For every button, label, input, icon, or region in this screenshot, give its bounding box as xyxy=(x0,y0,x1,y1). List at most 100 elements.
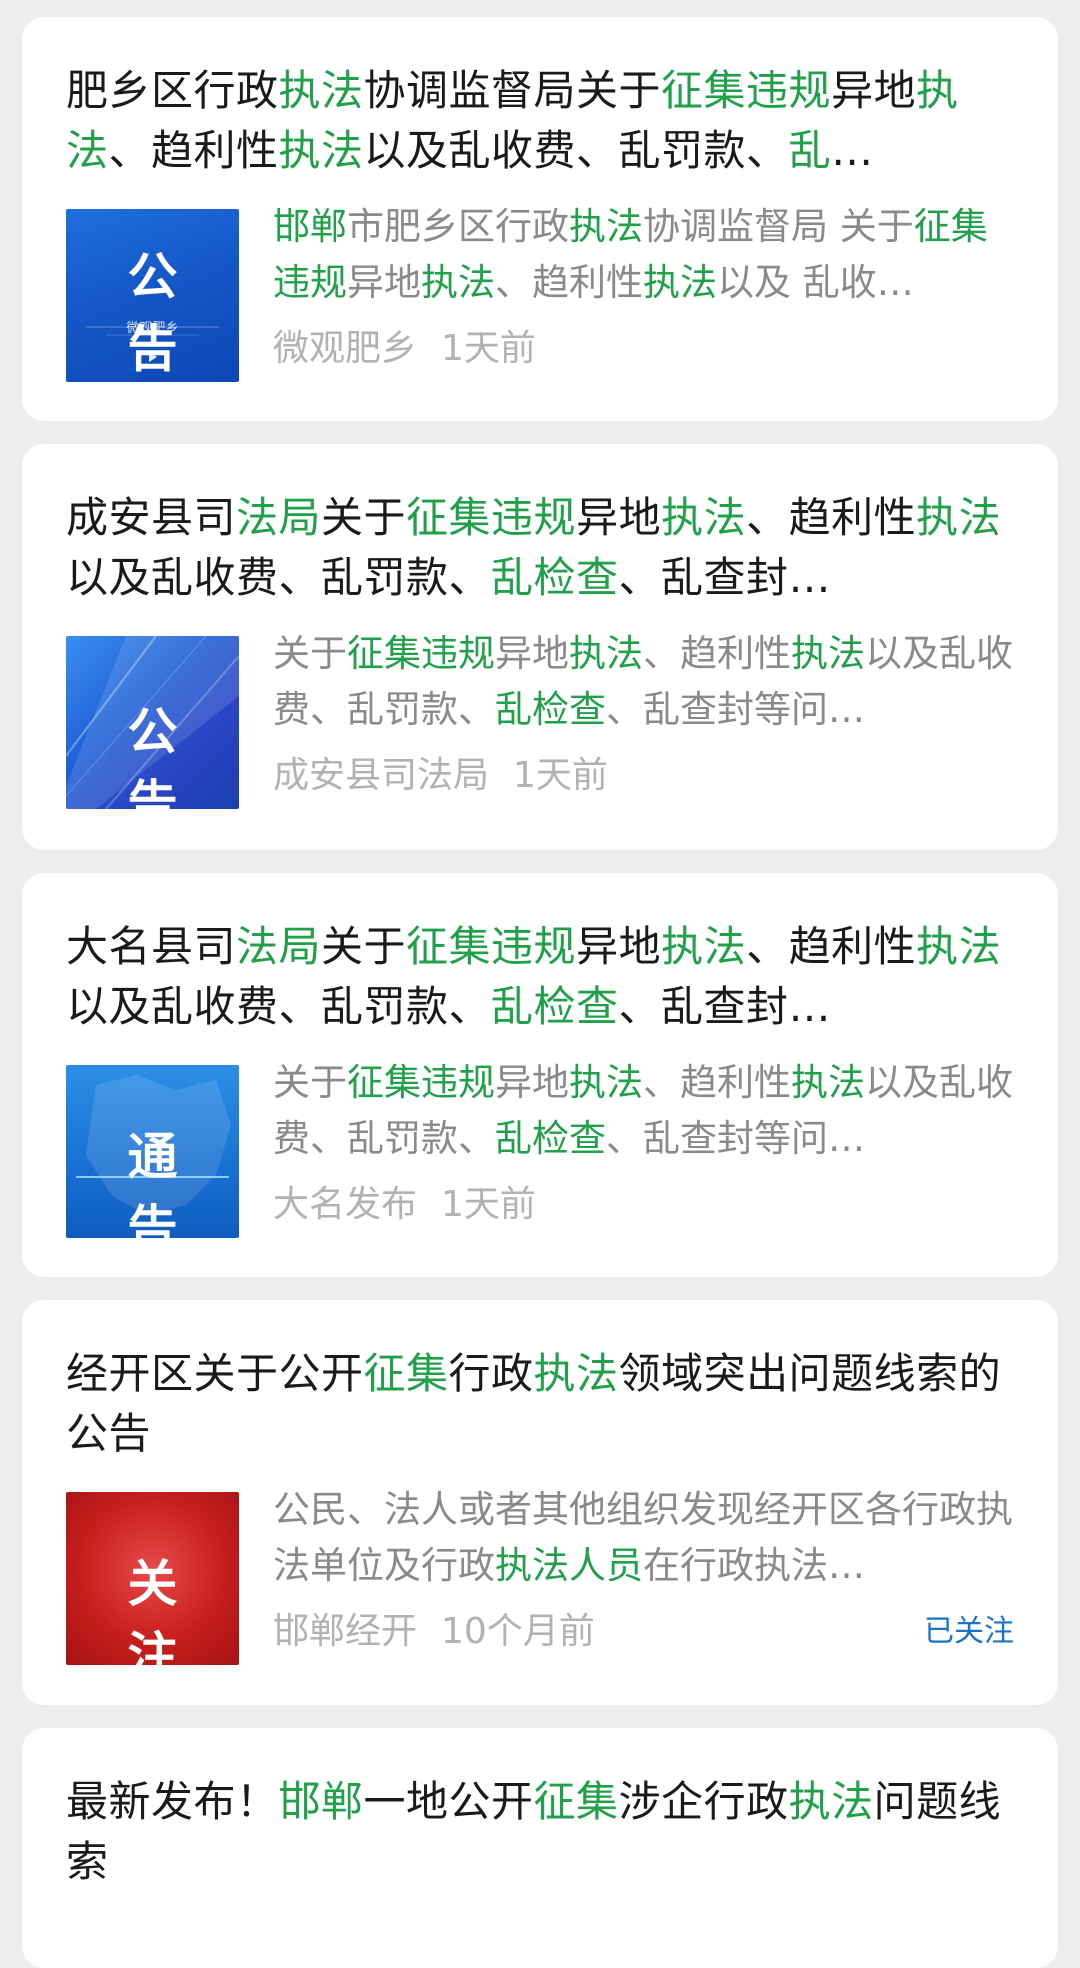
result-title[interactable]: 经开区关于公开征集行政执法领域突出问题线索的公告 xyxy=(66,1344,1014,1464)
text-segment: 、趋利性 xyxy=(746,922,917,971)
result-summary: 关于征集违规异地执法、趋利性执法以及乱收费、乱罚款、乱检查、乱查封等问… xyxy=(273,626,1014,738)
result-thumbnail[interactable]: 公 告 xyxy=(66,636,239,809)
text-segment: 异地 xyxy=(576,922,662,971)
thumbnail-caption: 微观肥乡 xyxy=(126,321,179,336)
highlighted-keyword: 征集违规 xyxy=(347,632,495,675)
highlighted-keyword: 执法 xyxy=(661,493,747,542)
text-segment: 市肥乡区行政 xyxy=(347,205,569,248)
highlighted-keyword: 执法 xyxy=(569,632,643,675)
follow-status-button[interactable]: 已关注 xyxy=(924,1608,1014,1656)
result-card[interactable]: 经开区关于公开征集行政执法领域突出问题线索的公告 关 注 公民、法人或者其他组织… xyxy=(22,1300,1058,1705)
text-segment: 协调监督局关于 xyxy=(363,66,662,115)
publish-time: 10个月前 xyxy=(441,1611,595,1652)
highlighted-keyword: 征集违规 xyxy=(661,66,832,115)
result-card[interactable]: 最新发布！邯郸一地公开征集涉企行政执法问题线索 xyxy=(22,1728,1058,1968)
result-content: 关于征集违规异地执法、趋利性执法以及乱收费、乱罚款、乱检查、乱查封等问… 成安县… xyxy=(273,632,1014,809)
text-segment: 以及乱收费、乱罚款、 xyxy=(66,553,492,602)
highlighted-keyword: 乱检查 xyxy=(491,553,619,602)
text-segment: 、趋利性 xyxy=(643,1061,791,1104)
highlighted-keyword: 执法 xyxy=(533,1349,619,1398)
highlighted-keyword: 法局 xyxy=(236,922,322,971)
highlighted-keyword: 执法 xyxy=(661,922,747,971)
text-segment: 行政 xyxy=(448,1349,534,1398)
highlighted-keyword: 执法 xyxy=(278,66,364,115)
text-segment: 、趋利性 xyxy=(108,126,279,175)
text-segment: 、趋利性 xyxy=(495,261,643,304)
result-meta: 邯郸经开 10个月前 已关注 xyxy=(273,1608,1014,1656)
result-body: 通 告 关于征集违规异地执法、趋利性执法以及乱收费、乱罚款、乱检查、乱查封等问…… xyxy=(66,1061,1014,1238)
text-segment: 经开区关于公开 xyxy=(66,1349,364,1398)
result-meta: 大名发布 1天前 xyxy=(273,1181,1014,1229)
text-segment: 、乱查封… xyxy=(618,982,832,1031)
text-segment: 最新发布！ xyxy=(66,1777,279,1826)
result-meta: 微观肥乡 1天前 xyxy=(273,325,1014,373)
text-segment: 大名县司 xyxy=(66,922,237,971)
text-segment: 以及乱收费、乱罚款、 xyxy=(66,982,492,1031)
result-summary: 公民、法人或者其他组织发现经开区各行政执法单位及行政执法人员在行政执法… xyxy=(273,1482,1014,1594)
publish-time: 1天前 xyxy=(441,328,536,369)
search-results-feed: 肥乡区行政执法协调监督局关于征集违规异地执法、趋利性执法以及乱收费、乱罚款、乱…… xyxy=(0,0,1080,1968)
play-icon xyxy=(148,352,157,362)
result-title[interactable]: 成安县司法局关于征集违规异地执法、趋利性执法以及乱收费、乱罚款、乱检查、乱查封… xyxy=(66,488,1014,608)
text-segment: 、趋利性 xyxy=(746,493,917,542)
result-thumbnail[interactable]: 通 告 xyxy=(66,1065,239,1238)
text-segment: 以及乱收费、乱罚款、 xyxy=(363,126,789,175)
text-segment: 以及 乱收… xyxy=(717,261,914,304)
source-name[interactable]: 邯郸经开 xyxy=(273,1608,417,1656)
source-name[interactable]: 成安县司法局 xyxy=(273,752,489,800)
result-content: 公民、法人或者其他组织发现经开区各行政执法单位及行政执法人员在行政执法… 邯郸经… xyxy=(273,1488,1014,1665)
result-summary: 邯郸市肥乡区行政执法协调监督局 关于征集违规异地执法、趋利性执法以及 乱收… xyxy=(273,199,1014,311)
text-segment: 、趋利性 xyxy=(643,632,791,675)
highlighted-keyword: 乱检查 xyxy=(495,688,606,731)
result-card[interactable]: 肥乡区行政执法协调监督局关于征集违规异地执法、趋利性执法以及乱收费、乱罚款、乱…… xyxy=(22,17,1058,421)
highlighted-keyword: 乱 xyxy=(788,126,832,175)
highlighted-keyword: 执法 xyxy=(569,205,643,248)
result-content: 邯郸市肥乡区行政执法协调监督局 关于征集违规异地执法、趋利性执法以及 乱收… 微… xyxy=(273,205,1014,382)
highlighted-keyword: 乱检查 xyxy=(491,982,619,1031)
thumbnail-label: 通 告 xyxy=(127,1128,204,1238)
text-segment: 肥乡区行政 xyxy=(66,66,279,115)
highlighted-keyword: 执法人员 xyxy=(495,1544,643,1587)
source-name[interactable]: 大名发布 xyxy=(273,1181,417,1229)
text-segment: 异地 xyxy=(831,66,917,115)
highlighted-keyword: 执法 xyxy=(569,1061,643,1104)
highlighted-keyword: 邯郸 xyxy=(273,205,347,248)
highlighted-keyword: 执法 xyxy=(278,126,364,175)
highlighted-keyword: 征集 xyxy=(363,1349,449,1398)
result-title[interactable]: 最新发布！邯郸一地公开征集涉企行政执法问题线索 xyxy=(66,1772,1014,1892)
text-segment: 异地 xyxy=(576,493,662,542)
text-segment: 关于 xyxy=(321,493,407,542)
result-card[interactable]: 大名县司法局关于征集违规异地执法、趋利性执法以及乱收费、乱罚款、乱检查、乱查封…… xyxy=(22,873,1058,1277)
text-segment: … xyxy=(831,126,874,175)
result-title[interactable]: 肥乡区行政执法协调监督局关于征集违规异地执法、趋利性执法以及乱收费、乱罚款、乱… xyxy=(66,61,1014,181)
result-title[interactable]: 大名县司法局关于征集违规异地执法、趋利性执法以及乱收费、乱罚款、乱检查、乱查封… xyxy=(66,917,1014,1037)
highlighted-keyword: 执法 xyxy=(791,632,865,675)
text-segment: 关于 xyxy=(273,1061,347,1104)
result-thumbnail[interactable]: 公 告 微观肥乡 xyxy=(66,209,239,382)
publish-time: 1天前 xyxy=(513,755,608,796)
text-segment: 在行政执法… xyxy=(643,1544,865,1587)
highlighted-keyword: 法局 xyxy=(236,493,322,542)
text-segment: 成安县司 xyxy=(66,493,237,542)
result-content: 关于征集违规异地执法、趋利性执法以及乱收费、乱罚款、乱检查、乱查封等问… 大名发… xyxy=(273,1061,1014,1238)
text-segment: 异地 xyxy=(347,261,421,304)
text-segment: 关于 xyxy=(321,922,407,971)
highlighted-keyword: 征集违规 xyxy=(347,1061,495,1104)
result-card[interactable]: 成安县司法局关于征集违规异地执法、趋利性执法以及乱收费、乱罚款、乱检查、乱查封…… xyxy=(22,444,1058,850)
highlighted-keyword: 征集违规 xyxy=(406,493,577,542)
text-segment: 异地 xyxy=(495,1061,569,1104)
text-segment: 异地 xyxy=(495,632,569,675)
highlighted-keyword: 执法 xyxy=(791,1061,865,1104)
text-segment: 、乱查封等问… xyxy=(606,1117,865,1160)
highlighted-keyword: 执法 xyxy=(788,1777,874,1826)
highlighted-keyword: 执法 xyxy=(916,493,1002,542)
result-meta: 成安县司法局 1天前 xyxy=(273,752,1014,800)
source-name[interactable]: 微观肥乡 xyxy=(273,325,417,373)
highlighted-keyword: 执法 xyxy=(421,261,495,304)
text-segment: 、乱查封… xyxy=(618,553,832,602)
publish-time: 1天前 xyxy=(441,1184,536,1225)
text-segment: 关于 xyxy=(273,632,347,675)
thumbnail-label: 关 注 xyxy=(127,1555,204,1665)
text-segment: 涉企行政 xyxy=(618,1777,789,1826)
result-thumbnail[interactable]: 关 注 xyxy=(66,1492,239,1665)
